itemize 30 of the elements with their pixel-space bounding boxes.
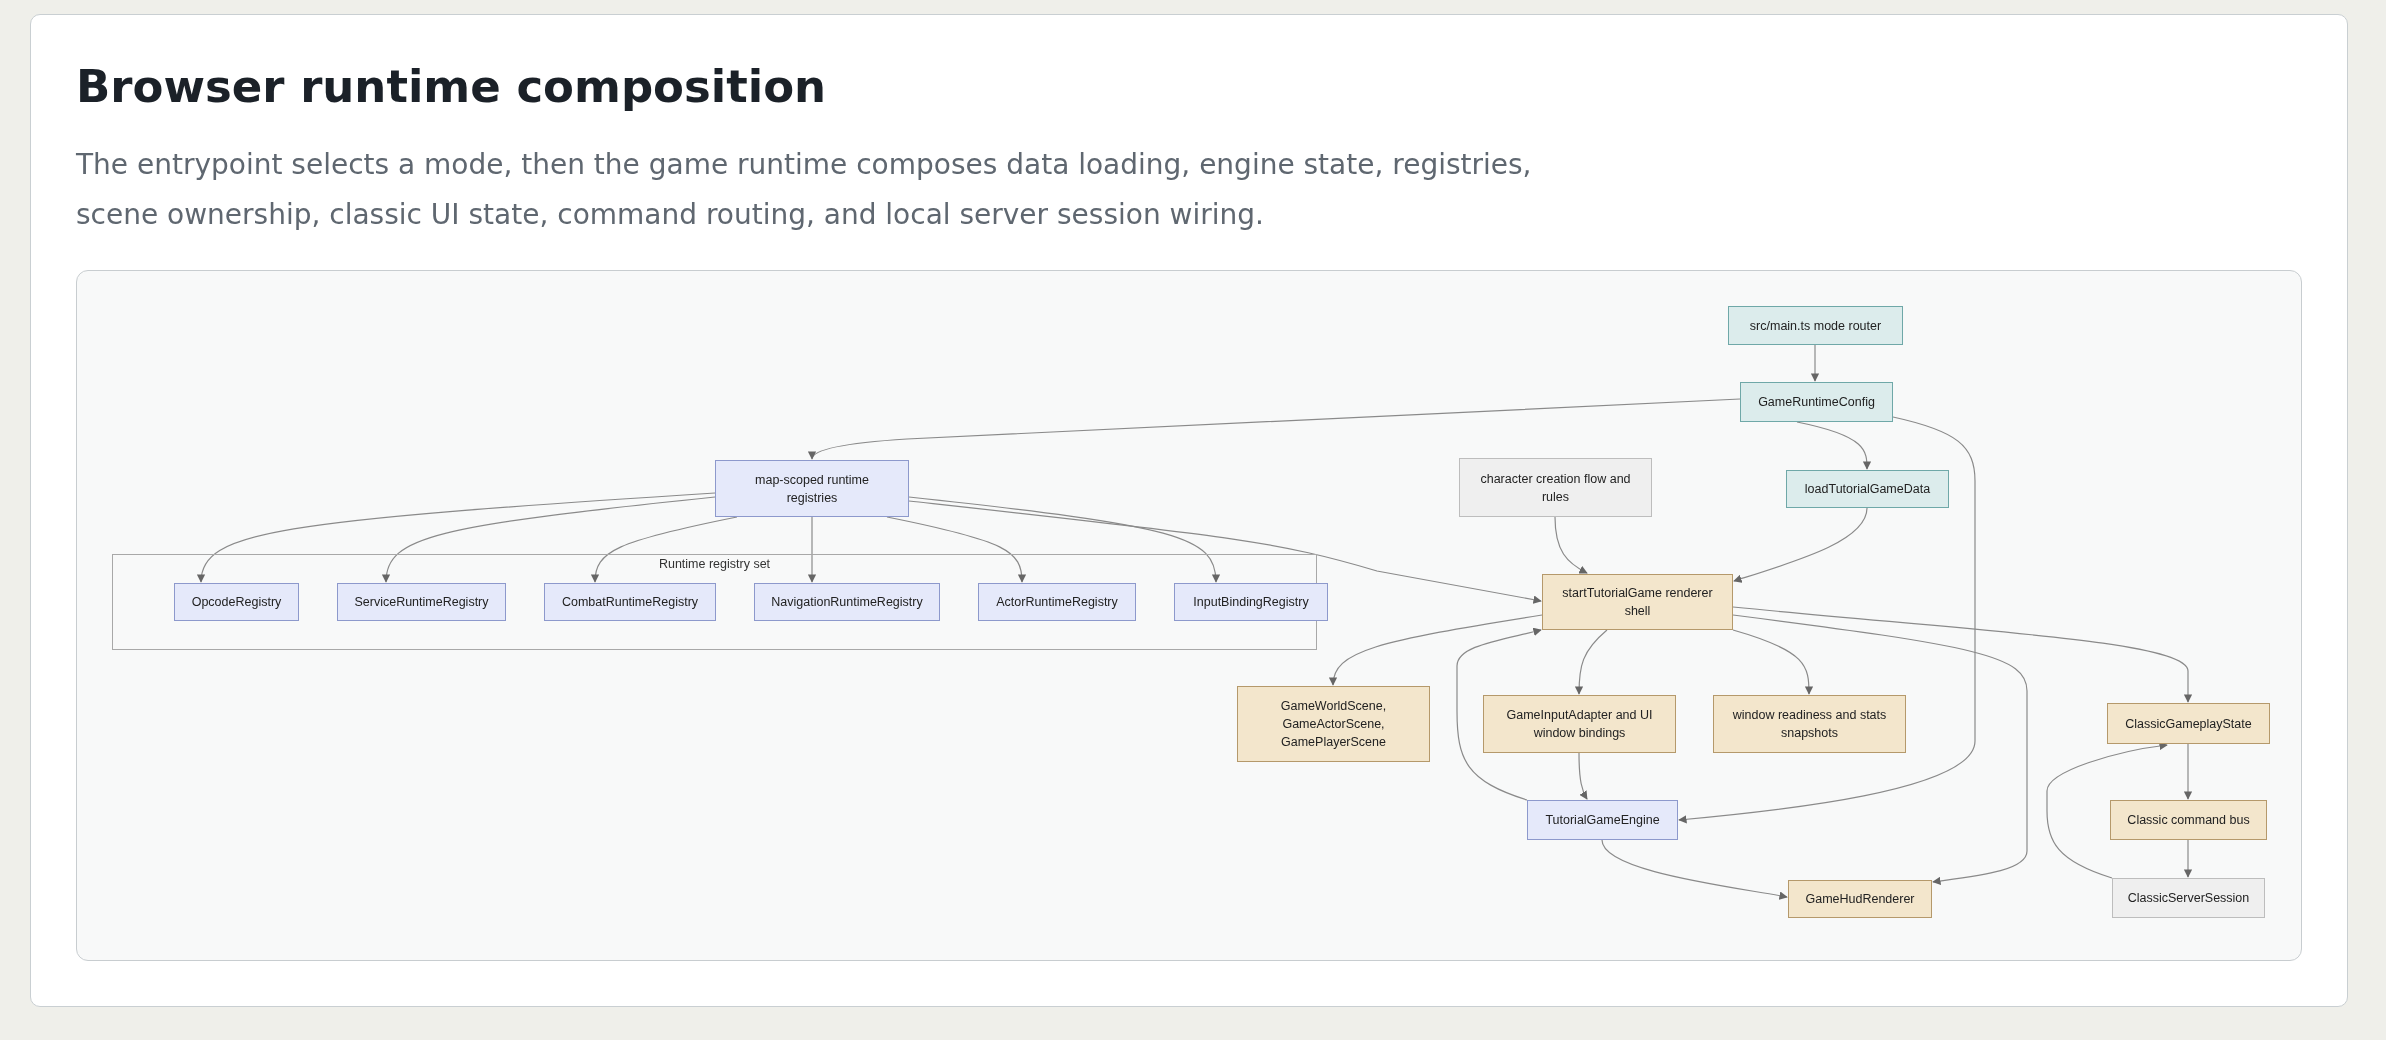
connector-arrow bbox=[2183, 839, 2193, 878]
connector-arrow bbox=[1810, 344, 1820, 382]
diagram-node: ActorRuntimeRegistry bbox=[978, 583, 1136, 621]
diagram-node: GameRuntimeConfig bbox=[1740, 382, 1893, 422]
diagram-node: window readiness and stats snapshots bbox=[1713, 695, 1906, 753]
page-title: Browser runtime composition bbox=[76, 59, 828, 114]
diagram-node: InputBindingRegistry bbox=[1174, 583, 1328, 621]
diagram-node: GameWorldScene, GameActorScene, GamePlayerScene bbox=[1237, 686, 1430, 762]
diagram-node: GameHudRenderer bbox=[1788, 880, 1932, 918]
diagram-node: OpcodeRegistry bbox=[174, 583, 299, 621]
diagram-node: character creation flow and rules bbox=[1459, 458, 1652, 517]
diagram-node: src/main.ts mode router bbox=[1728, 306, 1903, 345]
diagram-node: NavigationRuntimeRegistry bbox=[754, 583, 940, 621]
diagram-node: ClassicServerSession bbox=[2112, 878, 2265, 918]
diagram-node: ServiceRuntimeRegistry bbox=[337, 583, 506, 621]
diagram-node: CombatRuntimeRegistry bbox=[544, 583, 716, 621]
page-description: The entrypoint selects a mode, then the game runtime composes data loading, engine state, registries, scene ownership, classic UI state, command routing, and local server session wiring. bbox=[76, 147, 1533, 233]
diagram-node: startTutorialGame renderer shell bbox=[1542, 574, 1733, 630]
connector-arrow bbox=[1578, 752, 1588, 800]
diagram-node: TutorialGameEngine bbox=[1527, 800, 1678, 840]
diagram-node: Classic command bus bbox=[2110, 800, 2267, 840]
diagram-node: ClassicGameplayState bbox=[2107, 703, 2270, 744]
connector-arrow bbox=[2183, 743, 2193, 800]
connector-arrow bbox=[1554, 516, 1588, 574]
connector-arrow bbox=[807, 516, 817, 583]
diagram-node: GameInputAdapter and UI window bindings bbox=[1483, 695, 1676, 753]
connector-arrow bbox=[1574, 629, 1608, 695]
group-label: Runtime registry set bbox=[658, 557, 771, 571]
diagram-node: loadTutorialGameData bbox=[1786, 470, 1949, 508]
diagram-node: map-scoped runtime registries bbox=[715, 460, 909, 517]
